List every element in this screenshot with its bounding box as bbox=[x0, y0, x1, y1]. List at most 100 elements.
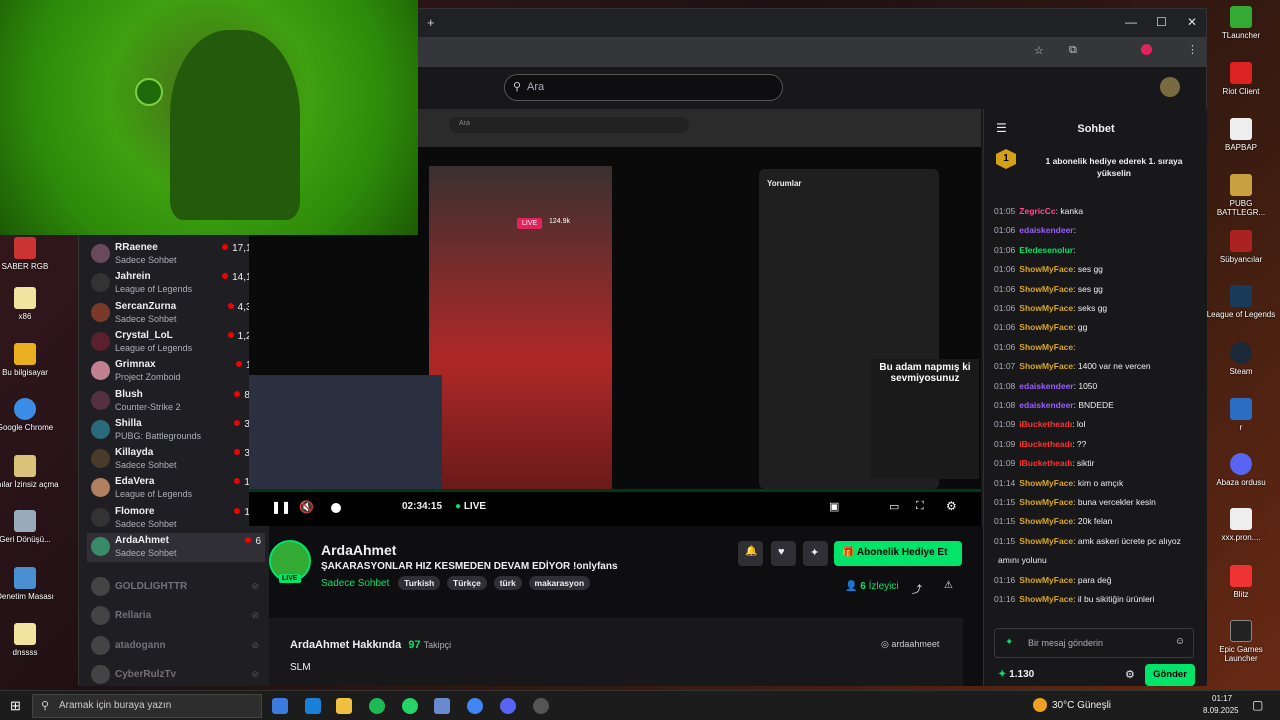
desktop-icon-pubg[interactable]: PUBG BATTLEGR... bbox=[1206, 174, 1276, 217]
desktop-icon-memories[interactable]: Anılar İzinsiz açma bbox=[0, 455, 60, 489]
notification-button[interactable]: 🔔 bbox=[738, 541, 763, 566]
category-link[interactable]: Sadece Sohbet bbox=[321, 578, 389, 589]
message-user[interactable]: Efedesenolur bbox=[1019, 245, 1073, 255]
sidebar-channel[interactable]: BlushCounter-Strike 2866 bbox=[87, 387, 265, 416]
taskbar-search[interactable]: ⚲ Aramak için buraya yazın bbox=[32, 694, 262, 718]
profile-icon[interactable] bbox=[1141, 44, 1152, 55]
desktop-icon-subyancilar[interactable]: Sübyancılar bbox=[1206, 230, 1276, 264]
theater-icon[interactable]: ▣ bbox=[829, 500, 839, 513]
sidebar-channel-offline[interactable]: CyberRulzTv ⊘ bbox=[87, 661, 265, 690]
instagram-link[interactable]: ◎ ardaahmeet bbox=[881, 639, 939, 650]
explorer-icon[interactable] bbox=[336, 698, 352, 714]
chat-input[interactable]: ✦ Bir mesaj gönderin ☺ bbox=[994, 628, 1194, 658]
copilot-icon[interactable] bbox=[272, 698, 288, 714]
notification-icon[interactable]: ▢ bbox=[1252, 698, 1263, 712]
desktop-icon-computer[interactable]: Bu bilgisayar bbox=[0, 343, 60, 377]
sidebar-channel[interactable]: ArdaAhmet Sadece Sohbet 6 bbox=[87, 533, 265, 562]
send-button[interactable]: Gönder bbox=[1145, 664, 1195, 686]
desktop-icon-epic[interactable]: Epic Games Launcher bbox=[1206, 620, 1276, 663]
message-user[interactable]: ShowMyFace bbox=[1019, 497, 1073, 507]
store-icon[interactable] bbox=[305, 698, 321, 714]
report-icon[interactable]: ⚠ bbox=[944, 580, 953, 591]
clock-date[interactable]: 8.09.2025 bbox=[1203, 706, 1239, 715]
desktop-icon-riot[interactable]: Riot Client bbox=[1206, 62, 1276, 96]
desktop-icon-blitz[interactable]: Blitz bbox=[1206, 565, 1276, 599]
message-user[interactable]: ShowMyFace bbox=[1019, 342, 1073, 352]
channel-name[interactable]: ArdaAhmet bbox=[321, 542, 396, 558]
tag[interactable]: türk bbox=[493, 576, 522, 590]
tag[interactable]: Türkçe bbox=[447, 576, 487, 590]
obs-icon[interactable] bbox=[533, 698, 549, 714]
sidebar-channel-offline[interactable]: GOLDLIGHTTR ⊘ bbox=[87, 573, 265, 602]
message-user[interactable]: ZegricCc bbox=[1019, 206, 1055, 216]
discord-icon[interactable] bbox=[500, 698, 516, 714]
sidebar-channel[interactable]: EdaVeraLeague of Legends197 bbox=[87, 474, 265, 503]
sidebar-channel[interactable]: Jahrein League of Legends 14,1 B bbox=[87, 269, 265, 298]
message-user[interactable]: ShowMyFace bbox=[1019, 575, 1073, 585]
message-user[interactable]: edaiskendeer bbox=[1019, 225, 1073, 235]
message-user[interactable]: iBucketheadı bbox=[1019, 458, 1072, 468]
spotify-icon[interactable] bbox=[369, 698, 385, 714]
star-icon[interactable]: ☆ bbox=[1034, 44, 1044, 57]
desktop-icon-x86[interactable]: x86 bbox=[0, 287, 60, 321]
maximize-button[interactable]: ☐ bbox=[1156, 15, 1167, 29]
sidebar-channel-offline[interactable]: Rellaria ⊘ bbox=[87, 602, 265, 631]
chrome-icon[interactable] bbox=[467, 698, 483, 714]
desktop-icon-r[interactable]: r bbox=[1206, 398, 1276, 432]
close-button[interactable]: ✕ bbox=[1187, 15, 1197, 29]
desktop-icon-dnssss[interactable]: dnssss bbox=[0, 623, 60, 657]
whatsapp-icon[interactable] bbox=[402, 698, 418, 714]
gift-subscription-button[interactable]: 🎁 Abonelik Hediye Et bbox=[834, 541, 962, 566]
message-user[interactable]: ShowMyFace bbox=[1019, 478, 1073, 488]
weather-text[interactable]: 30°C Güneşli bbox=[1052, 700, 1111, 711]
desktop-icon-lol[interactable]: League of Legends bbox=[1206, 285, 1276, 319]
sidebar-channel[interactable]: KillaydaSadece Sohbet302 bbox=[87, 445, 265, 474]
message-user[interactable]: ShowMyFace bbox=[1019, 284, 1073, 294]
message-user[interactable]: ShowMyFace bbox=[1019, 536, 1073, 546]
desktop-icon-recycle[interactable]: Geri Dönüşü... bbox=[0, 510, 60, 544]
message-user[interactable]: edaiskendeer bbox=[1019, 381, 1073, 391]
message-user[interactable]: ShowMyFace bbox=[1019, 264, 1073, 274]
channel-avatar[interactable]: LIVE bbox=[269, 540, 311, 583]
settings-icon[interactable]: ⚙ bbox=[946, 499, 957, 513]
message-user[interactable]: ShowMyFace bbox=[1019, 594, 1073, 604]
message-user[interactable]: iBucketheadı bbox=[1019, 419, 1072, 429]
minimize-button[interactable]: — bbox=[1125, 15, 1137, 29]
extensions-icon[interactable]: ⧉ bbox=[1069, 44, 1077, 57]
follow-button[interactable]: ♥ bbox=[771, 541, 796, 566]
tag[interactable]: makarasyon bbox=[528, 576, 591, 590]
new-tab-button[interactable]: + bbox=[427, 15, 435, 30]
sidebar-channel[interactable]: SercanZurnaSadece Sohbet4,3 B bbox=[87, 299, 265, 328]
sidebar-channel[interactable]: GrimnaxProject Zomboid1 B bbox=[87, 357, 265, 386]
fullscreen-icon[interactable]: ⛶ bbox=[916, 500, 924, 513]
sidebar-channel[interactable]: RRaenee Sadece Sohbet 17,1 B bbox=[87, 240, 265, 269]
desktop-icon-discord[interactable]: Abaza ordusu bbox=[1206, 453, 1276, 487]
sidebar-channel[interactable]: FlomoreSadece Sohbet154 bbox=[87, 504, 265, 533]
share-icon[interactable]: ⤴ bbox=[912, 581, 922, 596]
menu-icon[interactable]: ⋮ bbox=[1187, 43, 1198, 56]
desktop-icon-steam[interactable]: Steam bbox=[1206, 342, 1276, 376]
tag[interactable]: Turkish bbox=[398, 576, 441, 590]
mute-icon[interactable]: 🔇 bbox=[299, 500, 314, 514]
sidebar-channel-offline[interactable]: atadogann ⊘ bbox=[87, 632, 265, 661]
gift-banner[interactable]: 1 abonelik hediye ederek 1. sıraya yükse… bbox=[1034, 155, 1194, 179]
chat-settings-icon[interactable]: ⚙ bbox=[1125, 668, 1135, 681]
message-user[interactable]: edaiskendeer bbox=[1019, 400, 1073, 410]
app-icon[interactable] bbox=[434, 698, 450, 714]
volume-slider[interactable] bbox=[331, 503, 341, 513]
avatar[interactable] bbox=[1160, 77, 1180, 97]
desktop-icon-saber[interactable]: SABER RGB bbox=[0, 237, 60, 271]
search-input[interactable]: ⚲ Ara bbox=[504, 74, 783, 101]
message-user[interactable]: ShowMyFace bbox=[1019, 303, 1073, 313]
desktop-icon-control-panel[interactable]: Denetim Masası bbox=[0, 567, 60, 601]
message-user[interactable]: iBucketheadı bbox=[1019, 439, 1072, 449]
desktop-icon-xxx[interactable]: xxx.pron.... bbox=[1206, 508, 1276, 542]
sparkle-button[interactable]: ✦ bbox=[803, 541, 828, 566]
start-icon[interactable]: ⊞ bbox=[10, 698, 21, 714]
message-user[interactable]: ShowMyFace bbox=[1019, 516, 1073, 526]
desktop-icon-tlauncher[interactable]: TLauncher bbox=[1206, 6, 1276, 40]
emoji-icon[interactable]: ☺ bbox=[1175, 636, 1185, 647]
sidebar-channel[interactable]: ShillaPUBG: Battlegrounds373 bbox=[87, 416, 265, 445]
pause-icon[interactable]: ❚❚ bbox=[271, 500, 291, 514]
message-user[interactable]: ShowMyFace bbox=[1019, 322, 1073, 332]
